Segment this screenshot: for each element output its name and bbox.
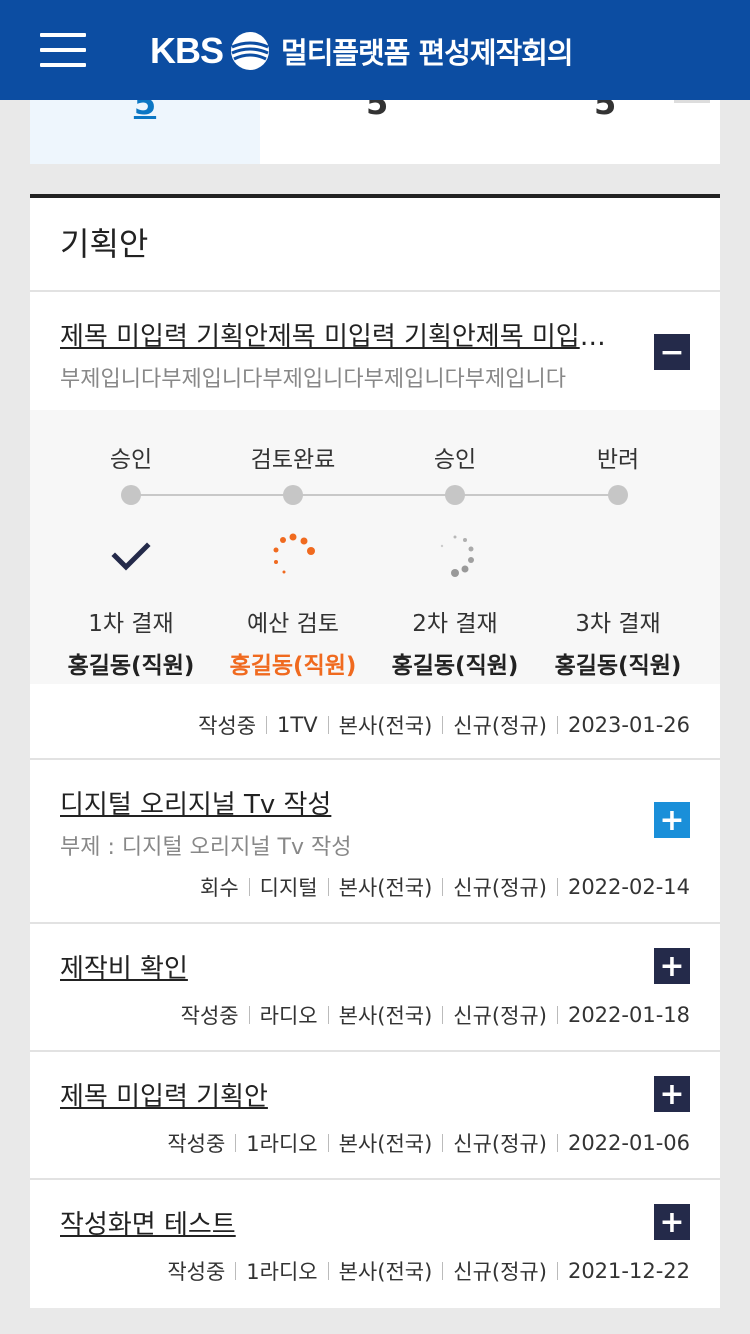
brand[interactable]: KBS 멀티플랫폼 편성제작회의 bbox=[150, 26, 574, 76]
meta-channel: 1TV bbox=[277, 713, 318, 737]
approval-stage: 검토완료 예산 검토 홍길동(직원) bbox=[213, 440, 373, 680]
stage-step: 1차 결재 bbox=[88, 611, 174, 637]
meta-region: 본사(전국) bbox=[338, 876, 433, 900]
stage-person: 홍길동(직원) bbox=[67, 653, 195, 679]
stage-status: 검토완료 bbox=[250, 447, 336, 473]
item-title-link[interactable]: 제작비 확인 bbox=[60, 948, 620, 985]
approval-stage: 반려 3차 결재 홍길동(직원) bbox=[538, 440, 698, 680]
meta-region: 본사(전국) bbox=[338, 1260, 433, 1284]
meta-status: 작성중 bbox=[180, 1004, 239, 1028]
item-meta: 작성중 1TV 본사(전국) 신규(정규) 2023-01-26 bbox=[198, 710, 690, 740]
stage-step: 예산 검토 bbox=[247, 611, 339, 637]
stage-step: 2차 결재 bbox=[412, 611, 498, 637]
meta-type: 신규(정규) bbox=[453, 1004, 547, 1028]
kbs-logo-text: KBS bbox=[150, 30, 224, 71]
stage-person: 홍길동(직원) bbox=[391, 653, 519, 679]
stage-icon-empty bbox=[538, 532, 698, 582]
meta-date: 2023-01-26 bbox=[567, 713, 690, 737]
hamburger-menu-icon[interactable] bbox=[40, 33, 86, 67]
meta-date: 2021-12-22 bbox=[567, 1259, 690, 1283]
summary-divider bbox=[674, 100, 710, 103]
kbs-globe-logo-icon bbox=[231, 32, 270, 70]
list-item: 제목 미입력 기획안제목 미입력 기획안제목 미입력 기획안 부제입니다부제입니… bbox=[30, 292, 720, 760]
meta-channel: 디지털 bbox=[259, 876, 318, 900]
list-item: 디지털 오리지널 Tv 작성 부제 : 디지털 오리지널 Tv 작성 + 회수 … bbox=[30, 760, 720, 924]
stage-status: 승인 bbox=[433, 447, 477, 473]
stage-step: 3차 결재 bbox=[575, 611, 661, 637]
approval-stage: 승인 1차 결재 홍길동(직원) bbox=[51, 440, 211, 680]
meta-type: 신규(정규) bbox=[453, 1132, 547, 1156]
meta-date: 2022-02-14 bbox=[567, 875, 690, 899]
expand-button[interactable]: + bbox=[654, 802, 690, 838]
item-head: 제작비 확인 bbox=[60, 948, 620, 985]
stage-status: 승인 bbox=[109, 447, 153, 473]
plan-panel: 기획안 제목 미입력 기획안제목 미입력 기획안제목 미입력 기획안 부제입니다… bbox=[30, 194, 720, 1308]
item-title-link[interactable]: 제목 미입력 기획안제목 미입력 기획안제목 미입력 기획안 bbox=[60, 316, 620, 353]
meta-channel: 1라디오 bbox=[246, 1260, 318, 1284]
meta-channel: 라디오 bbox=[259, 1004, 318, 1028]
item-title-link[interactable]: 작성화면 테스트 bbox=[60, 1204, 620, 1241]
item-meta: 작성중 1라디오 본사(전국) 신규(정규) 2021-12-22 bbox=[167, 1256, 690, 1286]
meta-status: 회수 bbox=[200, 876, 239, 900]
meta-region: 본사(전국) bbox=[338, 1132, 433, 1156]
item-head: 디지털 오리지널 Tv 작성 부제 : 디지털 오리지널 Tv 작성 bbox=[60, 784, 620, 861]
stage-status: 반려 bbox=[596, 447, 640, 473]
approval-flow: 승인 1차 결재 홍길동(직원) 검토완료 예산 검토 홍길동(직원) 승인 2… bbox=[30, 410, 720, 684]
loading-spinner-orange-icon bbox=[213, 532, 373, 582]
meta-region: 본사(전국) bbox=[338, 714, 433, 738]
app-header: KBS 멀티플랫폼 편성제작회의 bbox=[0, 0, 750, 100]
meta-channel: 1라디오 bbox=[246, 1132, 318, 1156]
approval-stage: 승인 2차 결재 홍길동(직원) bbox=[375, 440, 535, 680]
item-meta: 작성중 1라디오 본사(전국) 신규(정규) 2022-01-06 bbox=[167, 1128, 690, 1158]
item-meta: 작성중 라디오 본사(전국) 신규(정규) 2022-01-18 bbox=[181, 1000, 690, 1030]
meta-date: 2022-01-06 bbox=[567, 1131, 690, 1155]
item-head: 제목 미입력 기획안 bbox=[60, 1076, 620, 1113]
meta-type: 신규(정규) bbox=[453, 714, 547, 738]
meta-type: 신규(정규) bbox=[453, 1260, 547, 1284]
meta-status: 작성중 bbox=[167, 1132, 226, 1156]
stage-person: 홍길동(직원) bbox=[229, 653, 357, 679]
list-item: 제작비 확인 + 작성중 라디오 본사(전국) 신규(정규) 2022-01-1… bbox=[30, 924, 720, 1052]
expand-button[interactable]: + bbox=[654, 1204, 690, 1240]
expand-button[interactable]: + bbox=[654, 1076, 690, 1112]
item-meta: 회수 디지털 본사(전국) 신규(정규) 2022-02-14 bbox=[200, 872, 690, 902]
expand-button[interactable]: + bbox=[654, 948, 690, 984]
item-head: 작성화면 테스트 bbox=[60, 1204, 620, 1241]
meta-date: 2022-01-18 bbox=[567, 1003, 690, 1027]
meta-type: 신규(정규) bbox=[453, 876, 547, 900]
meta-status: 작성중 bbox=[167, 1260, 226, 1284]
stage-person: 홍길동(직원) bbox=[554, 653, 682, 679]
panel-title: 기획안 bbox=[30, 198, 720, 292]
item-title-link[interactable]: 제목 미입력 기획안 bbox=[60, 1076, 620, 1113]
collapse-button[interactable]: − bbox=[654, 334, 690, 370]
meta-status: 작성중 bbox=[198, 714, 257, 738]
item-head: 제목 미입력 기획안제목 미입력 기획안제목 미입력 기획안 부제입니다부제입니… bbox=[60, 316, 620, 393]
list-item: 작성화면 테스트 + 작성중 1라디오 본사(전국) 신규(정규) 2021-1… bbox=[30, 1180, 720, 1308]
loading-spinner-gray-icon bbox=[375, 532, 535, 582]
app-title: 멀티플랫폼 편성제작회의 bbox=[281, 36, 574, 70]
item-subtitle: 부제입니다부제입니다부제입니다부제입니다부제입니다 bbox=[60, 367, 567, 392]
item-subtitle: 부제 : 디지털 오리지널 Tv 작성 bbox=[60, 835, 352, 860]
list-item: 제목 미입력 기획안 + 작성중 1라디오 본사(전국) 신규(정규) 2022… bbox=[30, 1052, 720, 1180]
check-icon bbox=[51, 532, 211, 582]
item-title-link[interactable]: 디지털 오리지널 Tv 작성 bbox=[60, 784, 620, 821]
meta-region: 본사(전국) bbox=[338, 1004, 433, 1028]
